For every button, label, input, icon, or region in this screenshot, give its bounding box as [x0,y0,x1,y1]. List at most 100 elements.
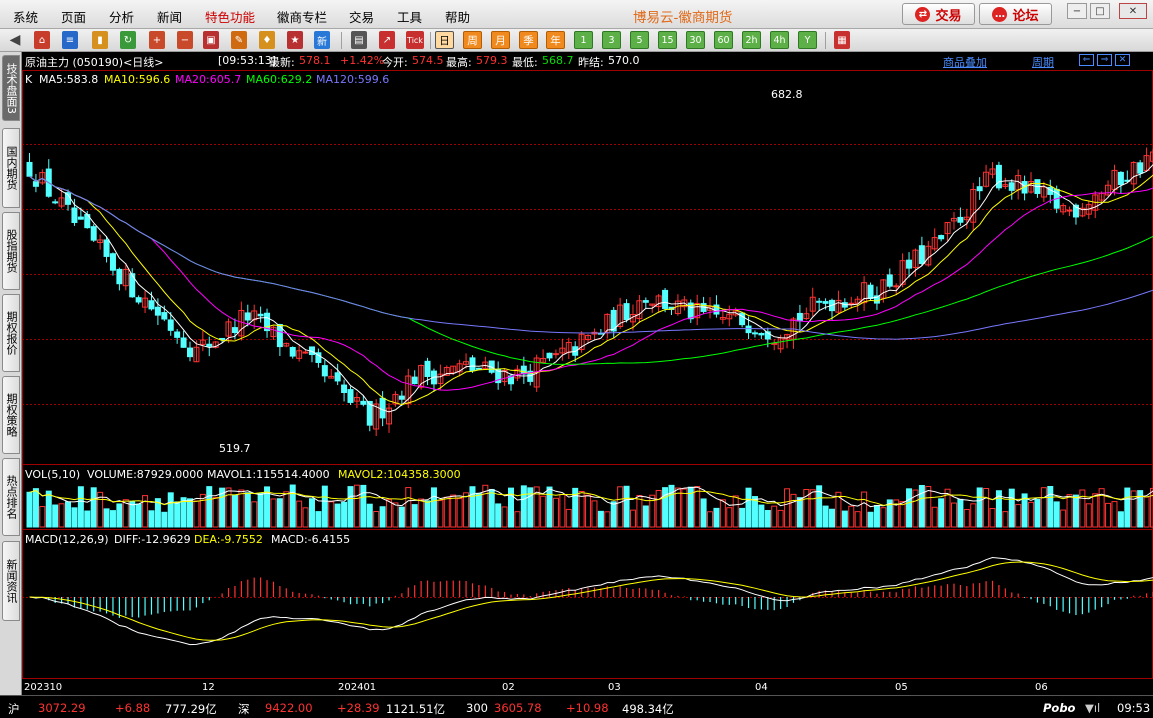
quote-list-icon[interactable]: ≡ [62,31,78,49]
tab-hot-ranking[interactable]: 热点排名 [2,458,20,536]
volume-bar [604,511,611,528]
zoom-out-icon[interactable]: − [177,31,193,49]
menu-column[interactable]: 徽商专栏 [277,7,327,26]
volume-bar [1028,501,1035,528]
candle-body [379,397,386,419]
volume-bar [270,498,277,528]
period-30min[interactable]: 30 [686,31,705,49]
candle-body [231,327,238,333]
volume-bar [873,504,880,528]
ma10-legend: MA10:596.6 [104,73,170,86]
kline-chart[interactable]: K MA5:583.8 MA10:596.6 MA20:605.7 MA60:6… [22,52,1153,695]
forum-button[interactable]: … 论坛 [979,3,1052,25]
candle-body [552,353,559,356]
tab-index-futures[interactable]: 股指期货 [2,212,20,290]
x-tick-oct: 202310 [24,682,62,693]
volume-bar [148,510,155,528]
ma120-legend: MA120:599.6 [316,73,389,86]
clock: 09:53 [1117,701,1151,715]
period-quarter[interactable]: 季 [519,31,538,49]
candle-body [154,306,161,316]
ma5-legend: MA5:583.8 [39,73,98,86]
menu-analysis[interactable]: 分析 [109,7,134,26]
volume-bar [809,489,816,528]
volume-bar [963,509,970,528]
candle-body [398,395,405,400]
volume-bar [411,504,418,528]
period-custom[interactable]: Y [798,31,817,49]
period-1min[interactable]: 1 [574,31,593,49]
favorite-icon[interactable]: ★ [287,31,303,49]
table-icon[interactable]: ▤ [351,31,367,49]
volume-bar [488,488,495,528]
period-5min[interactable]: 5 [630,31,649,49]
refresh-icon[interactable]: ↻ [120,31,136,49]
volume-bar [84,510,91,528]
dea-line [29,561,1153,641]
volume-bar [174,501,181,528]
menu-tools[interactable]: 工具 [397,7,422,26]
candle-body [886,274,893,287]
volume-bar [77,486,84,528]
candle-body [976,186,983,192]
volume-bar [109,510,116,528]
period-year[interactable]: 年 [546,31,565,49]
sh-index-value: 3072.29 [38,701,86,715]
volume-bar [1053,501,1060,528]
draw-pen-icon[interactable]: ✎ [231,31,247,49]
new-icon[interactable]: 新 [314,31,330,49]
menu-news[interactable]: 新闻 [157,7,182,26]
menu-features[interactable]: 特色功能 [205,7,255,26]
volume-bar [1079,489,1086,528]
tick-icon[interactable]: Tick [406,31,424,49]
alert-icon[interactable]: ♦ [259,31,275,49]
period-week[interactable]: 周 [463,31,482,49]
period-3min[interactable]: 3 [602,31,621,49]
minimize-button[interactable]: − [1067,3,1087,19]
volume-bar [636,495,643,528]
period-4h[interactable]: 4h [770,31,789,49]
candle-body [1117,171,1124,186]
candle-body [623,303,630,320]
line-chart-icon[interactable]: ↗ [379,31,395,49]
candle-body [848,302,855,305]
volume-bar [617,486,624,528]
period-2h[interactable]: 2h [742,31,761,49]
volume-bar [193,500,200,528]
menu-page[interactable]: 页面 [61,7,86,26]
volume-bar [398,506,405,528]
menu-trade[interactable]: 交易 [349,7,374,26]
candle-body [642,300,649,303]
period-day[interactable]: 日 [435,31,454,49]
tab-domestic-futures[interactable]: 国内期货 [2,128,20,208]
settings-icon[interactable]: ▦ [834,31,850,49]
volume-bar [983,487,990,528]
period-15min[interactable]: 15 [658,31,677,49]
candle-body [360,400,367,405]
maximize-button[interactable]: □ [1090,3,1110,19]
tab-domestic-futures-label: 国内期货 [5,146,18,190]
candle-body [174,331,181,338]
zoom-in-icon[interactable]: + [149,31,165,49]
menu-system[interactable]: 系统 [13,7,38,26]
chart-icon[interactable]: ▮ [92,31,108,49]
close-button[interactable]: ✕ [1119,3,1147,19]
back-icon[interactable]: ◀ [7,31,23,49]
period-60min[interactable]: 60 [714,31,733,49]
menu-help[interactable]: 帮助 [445,7,470,26]
tab-technical[interactable]: 技术盘面 3 [2,55,20,121]
home-icon[interactable]: ⌂ [34,31,50,49]
tab-options-quote[interactable]: 期权报价 [2,294,20,372]
volume-bar [758,504,765,528]
tab-news[interactable]: 新闻资讯 [2,541,20,621]
candle-body [867,284,874,299]
period-month[interactable]: 月 [491,31,510,49]
tab-options-strategy[interactable]: 期权策略 [2,376,20,454]
volume-bar [931,506,938,528]
trade-button[interactable]: ⇄ 交易 [902,3,975,25]
volume-bar [212,496,219,528]
ma20-legend: MA20:605.7 [175,73,241,86]
candle-body [109,253,116,271]
window-icon[interactable]: ▣ [203,31,219,49]
volume-bar [829,508,835,528]
